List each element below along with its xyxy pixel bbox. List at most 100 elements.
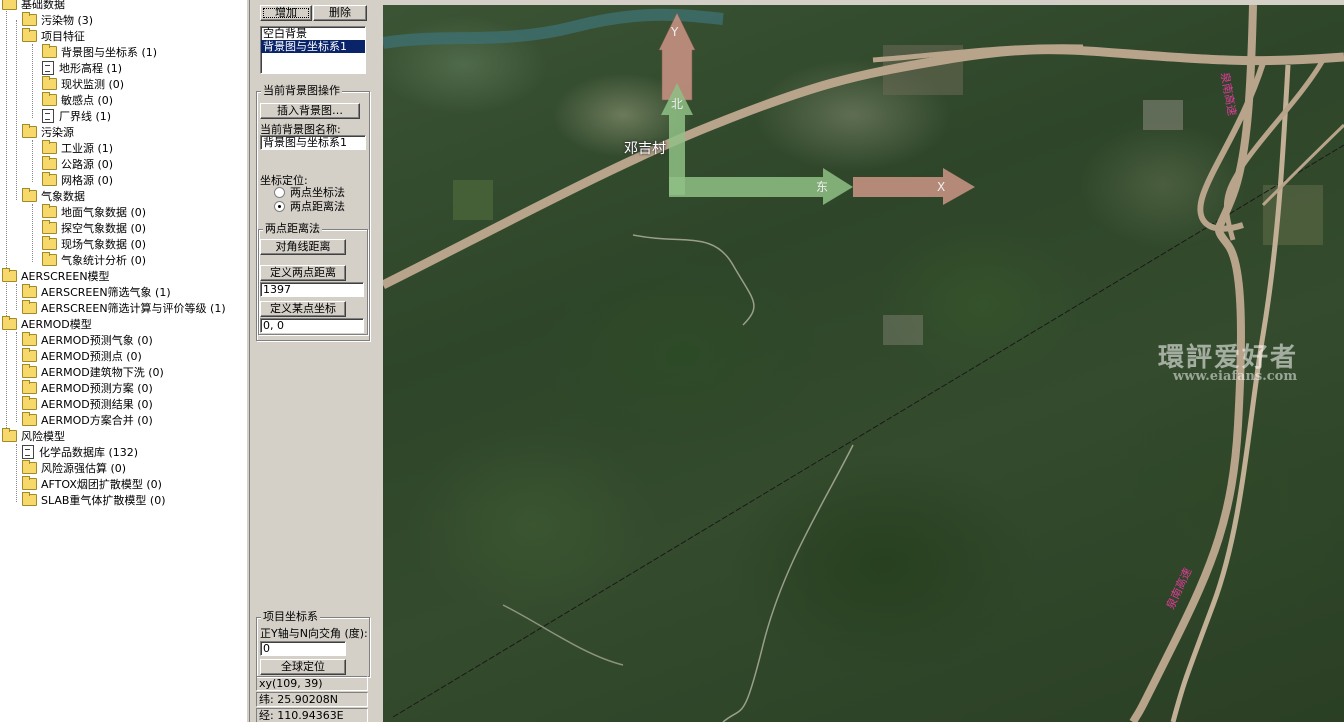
tree-item-risk-source[interactable]: 风险源强估算 (0) (22, 460, 126, 477)
tree-item-aerscreen-calc[interactable]: AERSCREEN筛选计算与评价等级 (1) (22, 300, 226, 317)
track (502, 604, 624, 666)
folder-icon (2, 428, 17, 442)
document-icon (42, 61, 54, 75)
folder-icon (42, 44, 57, 58)
tree-item-slab[interactable]: SLAB重气体扩散模型 (0) (22, 492, 166, 509)
group-title: 当前背景图操作 (261, 84, 342, 98)
group-title: 两点距离法 (263, 222, 322, 236)
folder-icon (42, 220, 57, 234)
radio-icon (274, 186, 285, 198)
define-two-point-distance-button[interactable]: 定义两点距离 (260, 265, 346, 281)
tree-item-aermod-merge[interactable]: AERMOD方案合并 (0) (22, 412, 153, 429)
point-coord-field[interactable]: 0, 0 (260, 318, 364, 333)
tree-item-aermod-points[interactable]: AERMOD预测点 (0) (22, 348, 142, 365)
tree-item-sensitive-points[interactable]: 敏感点 (0) (42, 92, 113, 109)
folder-icon (22, 332, 37, 346)
add-button[interactable]: 增加 (260, 5, 312, 21)
folder-icon (42, 76, 57, 90)
tree-item-aermod-results[interactable]: AERMOD预测结果 (0) (22, 396, 153, 413)
folder-icon (2, 0, 17, 10)
building-patch (1143, 100, 1183, 130)
distance-field[interactable]: 1397 (260, 282, 364, 297)
folder-icon (22, 412, 37, 426)
tree-item-grid-source[interactable]: 网格源 (0) (42, 172, 113, 189)
tree-item-monitoring[interactable]: 现状监测 (0) (42, 76, 124, 93)
x-axis-arrow (853, 168, 975, 205)
folder-icon (22, 460, 37, 474)
folder-icon (2, 268, 17, 282)
folder-icon (22, 124, 37, 138)
tree-item-risk-model[interactable]: 风险模型 (2, 428, 65, 445)
building-patch (883, 315, 923, 345)
tree-item-meteorology[interactable]: 气象数据 (22, 188, 85, 205)
tree-connector (32, 140, 33, 182)
tree-item-aerscreen-met[interactable]: AERSCREEN筛选气象 (1) (22, 284, 171, 301)
folder-icon (42, 92, 57, 106)
satellite-map[interactable]: Y 北 东 X 泉南高速 泉南高速 邓吉村 環評爱好者 www.eiafans.… (383, 5, 1344, 722)
tree-item-pollutants[interactable]: 污染物 (3) (22, 12, 93, 29)
tree-item-aermod-downwash[interactable]: AERMOD建筑物下洗 (0) (22, 364, 164, 381)
tree-item-boundary[interactable]: 厂界线 (1) (42, 109, 111, 125)
background-list[interactable]: 空白背景 背景图与坐标系1 (260, 26, 366, 74)
folder-icon (42, 156, 57, 170)
tree-connector (16, 284, 17, 310)
angle-field[interactable]: 0 (260, 641, 346, 656)
document-icon (22, 445, 34, 459)
folder-icon (42, 236, 57, 250)
folder-icon (22, 348, 37, 362)
folder-icon (22, 28, 37, 42)
tree-item-background-coords[interactable]: 背景图与坐标系 (1) (42, 44, 157, 61)
background-list-item-selected[interactable]: 背景图与坐标系1 (261, 40, 365, 53)
folder-icon (22, 284, 37, 298)
tree-connector (16, 20, 17, 200)
folder-icon (22, 12, 37, 26)
global-locate-button[interactable]: 全球定位 (260, 659, 346, 675)
folder-icon (22, 188, 37, 202)
folder-icon (2, 316, 17, 330)
background-list-item[interactable]: 空白背景 (261, 27, 365, 40)
define-point-coord-button[interactable]: 定义某点坐标 (260, 301, 346, 317)
tree-item-met-stats[interactable]: 气象统计分析 (0) (42, 252, 146, 269)
east-label: 东 (816, 180, 828, 194)
radio-two-point-coords[interactable]: 两点坐标法 (274, 186, 345, 199)
tree-item-chemical-db[interactable]: 化学品数据库 (132) (22, 445, 138, 461)
track (722, 444, 854, 722)
status-latitude: 纬: 25.90208N (256, 692, 368, 707)
radio-two-point-distance[interactable]: 两点距离法 (274, 200, 345, 213)
tree-connector (16, 332, 17, 422)
village-label: 邓吉村 (624, 141, 666, 157)
folder-icon (42, 140, 57, 154)
tree-item-industrial-source[interactable]: 工业源 (1) (42, 140, 113, 157)
tree-item-project-features[interactable]: 项目特征 (22, 28, 85, 45)
tree-connector (32, 44, 33, 118)
tree-item-aermod-model[interactable]: AERMOD模型 (2, 316, 92, 333)
tree-connector (16, 444, 17, 502)
tree-item-onsite-met[interactable]: 现场气象数据 (0) (42, 236, 146, 253)
tree-item-aermod-scenarios[interactable]: AERMOD预测方案 (0) (22, 380, 153, 397)
road-label: 泉南高速 (1218, 71, 1239, 117)
group-title: 项目坐标系 (261, 610, 320, 624)
tree-item-terrain[interactable]: 地形高程 (1) (42, 61, 122, 77)
diagonal-distance-button[interactable]: 对角线距离 (260, 239, 346, 255)
tree-item-aerscreen-model[interactable]: AERSCREEN模型 (2, 268, 110, 285)
project-tree[interactable]: 基础数据 污染物 (3) 项目特征 背景图与坐标系 (1) 地形高程 (1) 现… (0, 0, 246, 722)
tree-item-road-source[interactable]: 公路源 (0) (42, 156, 113, 173)
delete-button[interactable]: 删除 (313, 5, 367, 21)
background-name-field[interactable]: 背景图与坐标系1 (260, 135, 366, 150)
folder-icon (42, 204, 57, 218)
background-control-panel: 增加 删除 空白背景 背景图与坐标系1 当前背景图操作 插入背景图… 当前背景图… (250, 0, 374, 722)
insert-background-button[interactable]: 插入背景图… (260, 103, 360, 119)
track (632, 234, 755, 326)
document-icon (42, 109, 54, 123)
folder-icon (22, 476, 37, 490)
folder-icon (42, 252, 57, 266)
folder-icon (22, 380, 37, 394)
tree-item-surface-met[interactable]: 地面气象数据 (0) (42, 204, 146, 221)
tree-item-sounding-met[interactable]: 探空气象数据 (0) (42, 220, 146, 237)
angle-label: 正Y轴与N向交角 (度): (260, 627, 368, 640)
tree-item-aermod-met[interactable]: AERMOD预测气象 (0) (22, 332, 153, 349)
folder-icon (22, 300, 37, 314)
tree-item-aftox[interactable]: AFTOX烟团扩散模型 (0) (22, 476, 162, 493)
tree-item-pollution-sources[interactable]: 污染源 (22, 124, 74, 141)
tree-root-basic-data[interactable]: 基础数据 (2, 0, 65, 13)
